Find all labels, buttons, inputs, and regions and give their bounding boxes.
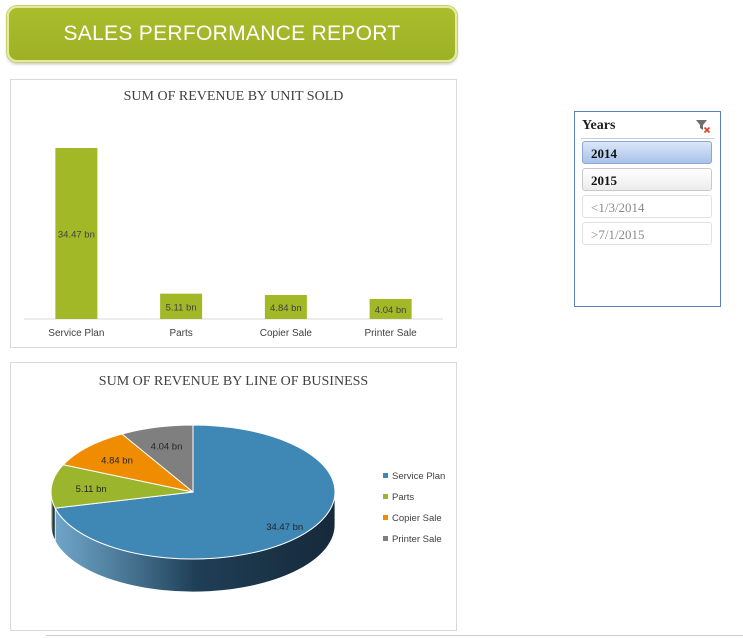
bar-category-label-printer-sale: Printer Sale [365,328,418,339]
bar-category-label-copier-sale: Copier Sale [260,328,313,339]
legend-marker-service-plan [383,473,388,478]
bottom-divider [46,635,743,636]
slicer-item-after-range[interactable]: >7/1/2015 [582,222,712,245]
pie-data-label-parts: 5.11 bn [76,484,107,495]
report-title: SALES PERFORMANCE REPORT [63,22,401,45]
legend-label-printer-sale: Printer Sale [392,534,442,545]
legend-label-parts: Parts [392,492,414,503]
legend-label-copier-sale: Copier Sale [392,513,442,524]
pie-chart-panel[interactable]: SUM OF REVENUE BY LINE OF BUSINESS 34.47… [10,362,457,631]
clear-filter-icon[interactable] [695,118,711,134]
legend-label-service-plan: Service Plan [392,471,445,482]
pie-data-label-service-plan: 34.47 bn [266,522,303,533]
slicer-item-2014[interactable]: 2014 [582,141,712,164]
bar-chart-panel[interactable]: SUM OF REVENUE BY UNIT SOLD 34.47 bn Serv… [10,79,457,348]
legend-marker-parts [383,494,388,499]
bar-data-label-printer-sale: 4.04 bn [375,305,407,316]
slicer-divider [581,138,714,139]
legend-marker-printer-sale [383,536,388,541]
bar-category-label-parts: Parts [169,328,192,339]
legend-marker-copier-sale [383,515,388,520]
slicer-item-before-range[interactable]: <1/3/2014 [582,195,712,218]
pie-data-label-printer-sale: 4.04 bn [151,441,183,452]
bar-chart: 34.47 bn Service Plan 5.11 bn Parts 4.84 bn C… [24,148,443,339]
bar-data-label-parts: 5.11 bn [166,302,197,313]
pie-data-label-copier-sale: 4.84 bn [101,456,133,467]
years-slicer: Years 2014 2015 <1/3/2014 >7/1/2015 [574,111,721,307]
report-banner: SALES PERFORMANCE REPORT [7,6,457,62]
bar-data-label-service-plan: 34.47 bn [58,230,95,241]
slicer-item-2015[interactable]: 2015 [582,168,712,191]
slicer-title: Years [582,118,616,133]
pie-chart: 34.47 bn 5.11 bn 4.84 bn 4.04 bn Service Pla… [50,424,445,593]
bar-data-label-copier-sale: 4.84 bn [270,303,302,314]
bar-category-label-service-plan: Service Plan [48,328,104,339]
